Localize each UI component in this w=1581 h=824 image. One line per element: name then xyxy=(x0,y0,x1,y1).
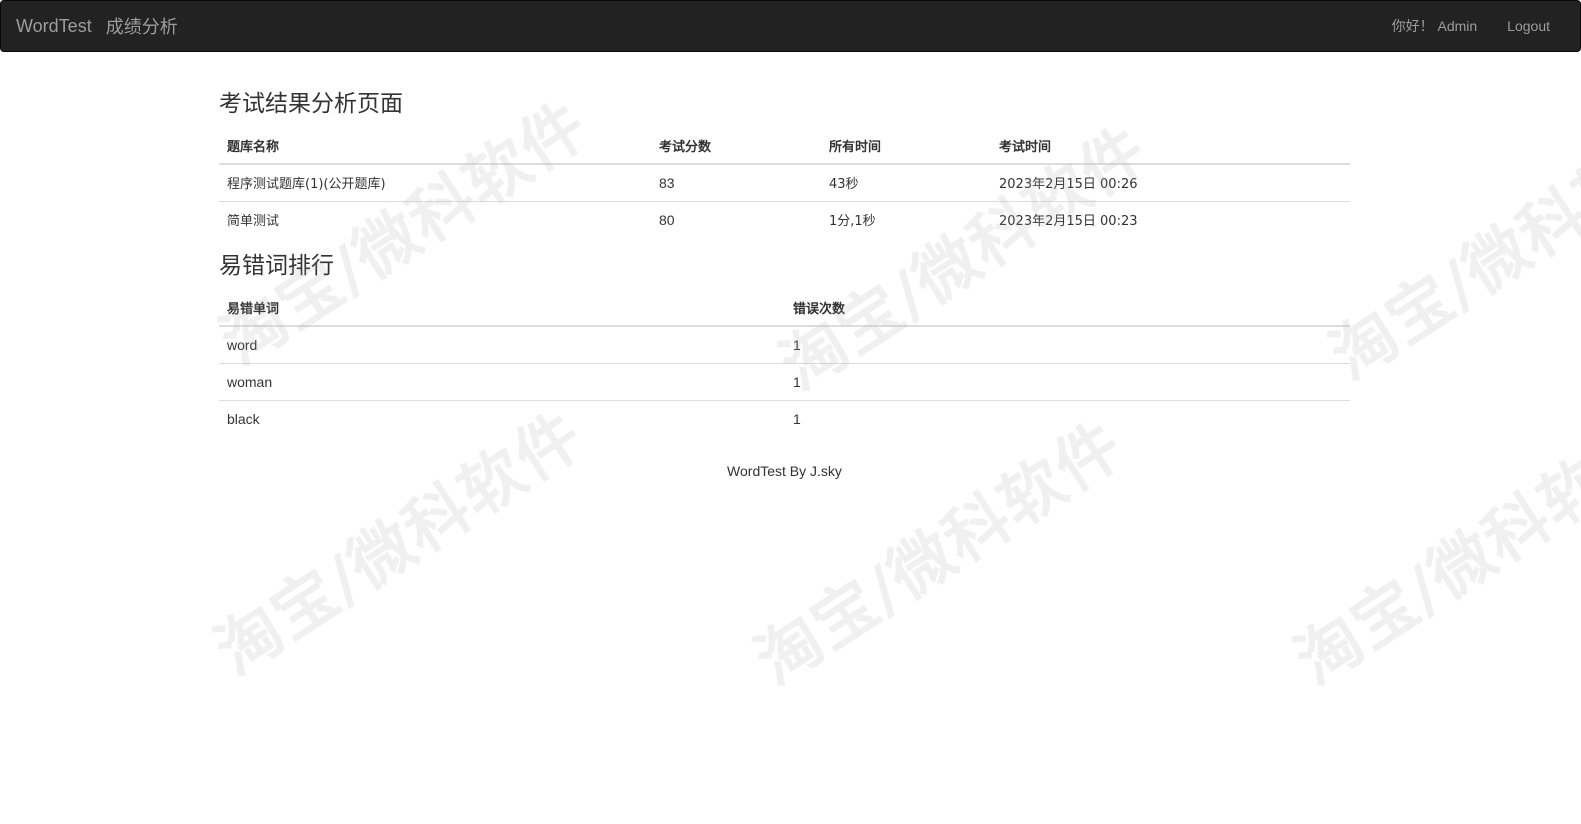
column-header-error-count: 错误次数 xyxy=(785,290,1350,327)
cell-exam-time: 2023年2月15日 00:23 xyxy=(991,200,1350,238)
user-greeting: 你好！ Admin xyxy=(1391,18,1478,34)
results-table: 题库名称 考试分数 所有时间 考试时间 程序测试题库(1)(公开题库) 83 4… xyxy=(219,128,1350,238)
table-row: word 1 xyxy=(219,325,1350,363)
column-header-duration: 所有时间 xyxy=(821,128,991,165)
footer-credit: WordTest By J.sky xyxy=(727,463,842,479)
table-row: 程序测试题库(1)(公开题库) 83 43秒 2023年2月15日 00:26 xyxy=(219,163,1350,201)
nav-link-score-analysis[interactable]: 成绩分析 xyxy=(106,13,178,39)
page: WordTest 成绩分析 你好！ Admin Logout 考试结果分析页面 … xyxy=(0,0,1581,824)
cell-score: 83 xyxy=(651,163,821,201)
cell-word: black xyxy=(219,399,785,437)
column-header-score: 考试分数 xyxy=(651,128,821,165)
logout-link[interactable]: Logout xyxy=(1507,18,1550,34)
watermark: 淘宝/微科软件 xyxy=(1318,103,1581,395)
table-row: 简单测试 80 1分,1秒 2023年2月15日 00:23 xyxy=(219,200,1350,238)
cell-error-count: 1 xyxy=(785,399,1350,437)
column-header-bank-name: 题库名称 xyxy=(219,128,651,165)
cell-duration: 43秒 xyxy=(821,163,991,201)
cell-bank-name: 程序测试题库(1)(公开题库) xyxy=(219,163,651,201)
cell-bank-name: 简单测试 xyxy=(219,200,651,238)
results-header-row: 题库名称 考试分数 所有时间 考试时间 xyxy=(219,128,1350,165)
navbar-right: 你好！ Admin Logout xyxy=(1392,16,1565,36)
table-row: black 1 xyxy=(219,399,1350,437)
main-content: 考试结果分析页面 题库名称 考试分数 所有时间 考试时间 程序测试题库(1)(公… xyxy=(219,86,1350,479)
results-title: 考试结果分析页面 xyxy=(219,91,403,117)
cell-word: woman xyxy=(219,362,785,400)
navbar-left: WordTest 成绩分析 xyxy=(16,13,178,39)
column-header-word: 易错单词 xyxy=(219,290,785,327)
cell-error-count: 1 xyxy=(785,325,1350,363)
mistakes-title: 易错词排行 xyxy=(219,253,334,279)
column-header-exam-time: 考试时间 xyxy=(991,128,1350,165)
brand-link[interactable]: WordTest xyxy=(16,16,92,37)
cell-exam-time: 2023年2月15日 00:26 xyxy=(991,163,1350,201)
mistakes-table: 易错单词 错误次数 word 1 woman 1 black 1 xyxy=(219,290,1350,437)
cell-score: 80 xyxy=(651,200,821,238)
cell-error-count: 1 xyxy=(785,362,1350,400)
table-row: woman 1 xyxy=(219,362,1350,400)
cell-duration: 1分,1秒 xyxy=(821,200,991,238)
cell-word: word xyxy=(219,325,785,363)
top-navbar: WordTest 成绩分析 你好！ Admin Logout xyxy=(0,0,1581,52)
mistakes-header-row: 易错单词 错误次数 xyxy=(219,290,1350,327)
